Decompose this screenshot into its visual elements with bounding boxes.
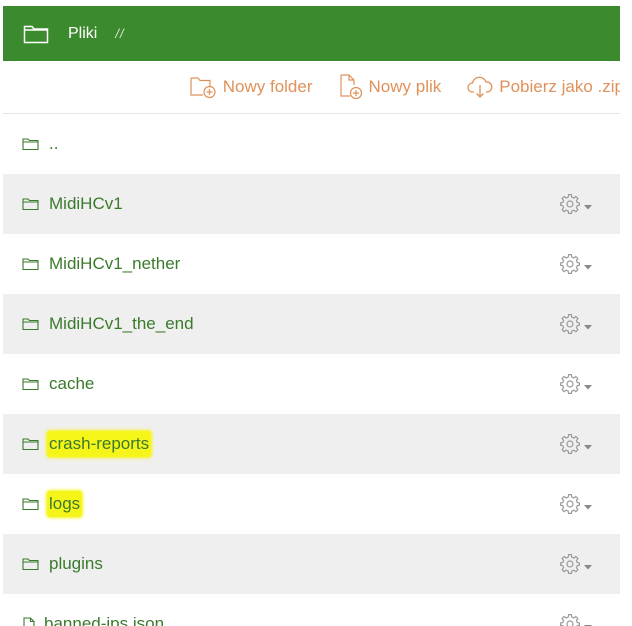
download-zip-button[interactable]: Pobierz jako .zip bbox=[467, 75, 620, 99]
actions-dropdown[interactable] bbox=[560, 194, 592, 214]
toolbar: Nowy folder Nowy plik Pobierz jako .zip bbox=[3, 61, 620, 114]
chevron-down-icon bbox=[584, 564, 592, 569]
gear-icon bbox=[560, 374, 580, 394]
list-item[interactable]: cache bbox=[3, 354, 620, 414]
file-name[interactable]: MidiHCv1 bbox=[49, 194, 123, 214]
file-name[interactable]: logs bbox=[47, 491, 83, 517]
gear-icon bbox=[560, 194, 580, 214]
actions-dropdown[interactable] bbox=[560, 614, 592, 626]
list-item[interactable]: MidiHCv1_nether bbox=[3, 234, 620, 294]
breadcrumb-separator: // bbox=[115, 26, 125, 41]
folder-icon bbox=[22, 354, 39, 414]
gear-icon bbox=[560, 434, 580, 454]
list-item-parent[interactable]: .. bbox=[3, 114, 620, 174]
chevron-down-icon bbox=[584, 264, 592, 269]
new-folder-button[interactable]: Nowy folder bbox=[190, 75, 313, 99]
list-item[interactable]: logs bbox=[3, 474, 620, 534]
new-folder-icon bbox=[190, 77, 216, 99]
new-file-button[interactable]: Nowy plik bbox=[339, 74, 442, 100]
file-name[interactable]: MidiHCv1_the_end bbox=[49, 314, 194, 334]
folder-icon bbox=[22, 294, 39, 354]
gear-icon bbox=[560, 314, 580, 334]
file-manager-panel: Pliki // Nowy folder Nowy plik Pobierz j… bbox=[3, 6, 620, 626]
file-name[interactable]: plugins bbox=[49, 554, 103, 574]
folder-icon bbox=[22, 474, 39, 534]
download-zip-label: Pobierz jako .zip bbox=[499, 77, 620, 96]
chevron-down-icon bbox=[584, 204, 592, 209]
file-name[interactable]: .. bbox=[49, 134, 58, 154]
file-name[interactable]: crash-reports bbox=[47, 431, 152, 457]
gear-icon bbox=[560, 614, 580, 626]
list-item[interactable]: crash-reports bbox=[3, 414, 620, 474]
gear-icon bbox=[560, 254, 580, 274]
chevron-down-icon bbox=[584, 504, 592, 509]
folder-icon bbox=[23, 23, 49, 45]
new-file-icon bbox=[339, 74, 362, 100]
actions-dropdown[interactable] bbox=[560, 494, 592, 514]
actions-dropdown[interactable] bbox=[560, 254, 592, 274]
actions-dropdown[interactable] bbox=[560, 374, 592, 394]
file-name[interactable]: banned-ips.json bbox=[44, 614, 164, 626]
actions-dropdown[interactable] bbox=[560, 314, 592, 334]
folder-icon bbox=[22, 534, 39, 594]
actions-dropdown[interactable] bbox=[560, 434, 592, 454]
folder-icon bbox=[22, 174, 39, 234]
gear-icon bbox=[560, 494, 580, 514]
file-name[interactable]: MidiHCv1_nether bbox=[49, 254, 180, 274]
folder-icon bbox=[22, 414, 39, 474]
list-item[interactable]: MidiHCv1_the_end bbox=[3, 294, 620, 354]
new-file-label: Nowy plik bbox=[368, 77, 442, 96]
list-item[interactable]: banned-ips.json bbox=[3, 594, 620, 626]
cloud-download-icon bbox=[467, 76, 493, 98]
folder-icon bbox=[22, 114, 39, 174]
gear-icon bbox=[560, 554, 580, 574]
chevron-down-icon bbox=[584, 384, 592, 389]
file-list: .. MidiHCv1 MidiHCv1_nether MidiHCv1_the… bbox=[3, 114, 620, 626]
list-item[interactable]: plugins bbox=[3, 534, 620, 594]
file-icon bbox=[23, 594, 35, 626]
list-item[interactable]: MidiHCv1 bbox=[3, 174, 620, 234]
file-name[interactable]: cache bbox=[49, 374, 94, 394]
new-folder-label: Nowy folder bbox=[222, 77, 313, 96]
folder-icon bbox=[22, 234, 39, 294]
page-title[interactable]: Pliki bbox=[68, 25, 97, 43]
header-bar: Pliki // bbox=[3, 6, 620, 61]
actions-dropdown[interactable] bbox=[560, 554, 592, 574]
chevron-down-icon bbox=[584, 444, 592, 449]
chevron-down-icon bbox=[584, 324, 592, 329]
